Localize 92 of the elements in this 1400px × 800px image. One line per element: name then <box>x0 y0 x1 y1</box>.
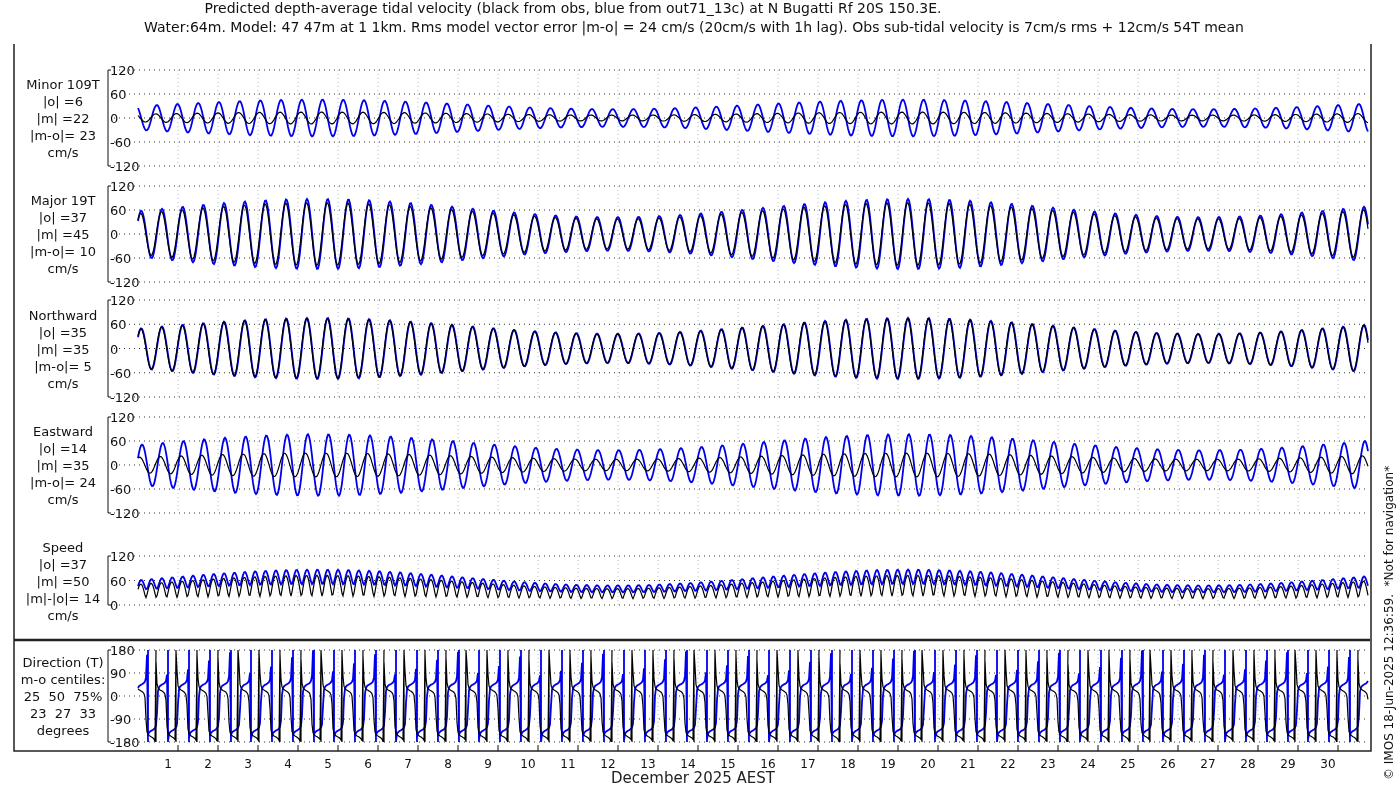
y-tick-label: 90 <box>110 666 127 681</box>
x-tick-label: 7 <box>404 757 412 771</box>
y-tick-label: 120 <box>110 549 135 564</box>
panel-label: |m| =22 <box>36 111 90 126</box>
y-tick-label: 0 <box>110 689 119 704</box>
y-tick-label: 0 <box>110 598 119 613</box>
x-tick-label: 23 <box>1040 757 1056 771</box>
x-tick-label: 1 <box>164 757 172 771</box>
panel-label: m-o centiles: <box>20 672 106 687</box>
y-tick-label: 60 <box>110 87 127 102</box>
panel-label: cm/s <box>47 261 79 276</box>
x-tick-label: 15 <box>720 757 736 771</box>
y-axis-line <box>107 555 112 606</box>
y-tick-label: -120 <box>110 390 140 405</box>
y-tick-label: -90 <box>110 712 132 727</box>
y-tick-label: -120 <box>110 275 140 290</box>
panel-label: |m| =35 <box>36 341 90 357</box>
x-tick-label: 27 <box>1200 757 1216 771</box>
panel-label: |m-o|= 10 <box>30 244 96 259</box>
x-tick-label: 3 <box>244 757 252 771</box>
x-tick-label: 11 <box>560 757 576 771</box>
x-tick-label: 13 <box>640 757 656 771</box>
x-tick-label: 6 <box>364 757 372 771</box>
x-axis-label: December 2025 AEST <box>611 769 775 787</box>
x-tick-label: 4 <box>284 757 292 771</box>
y-tick-label: 60 <box>110 434 127 449</box>
y-tick-label: -60 <box>110 135 132 150</box>
x-tick-label: 20 <box>920 757 936 771</box>
panel-label: Direction (T) <box>22 655 104 670</box>
panel-label: 23 27 33 <box>29 706 97 721</box>
panel-label: cm/s <box>47 375 79 391</box>
panel-label: |m| =45 <box>36 227 90 242</box>
y-tick-label: 120 <box>110 179 135 194</box>
figure-title: Water:64m. Model: 47 47m at 1 1km. Rms model vector error |m-o| = 24 cm/s (20cm/s with 1h lag). Obs sub-tidal velocity is 7cm/s rms + 12cm/s 54T mean <box>144 19 1244 35</box>
x-tick-label: 9 <box>484 757 492 771</box>
x-tick-label: 10 <box>520 757 536 771</box>
y-tick-label: 180 <box>110 643 135 658</box>
x-tick-label: 16 <box>760 757 776 771</box>
x-tick-label: 14 <box>680 757 696 771</box>
y-tick-label: -60 <box>110 482 132 497</box>
panel-label: |m| =50 <box>36 573 90 589</box>
y-tick-label: -120 <box>110 506 140 521</box>
panel-label: |o| =37 <box>38 210 88 225</box>
x-tick-label: 30 <box>1320 757 1336 771</box>
y-tick-label: 0 <box>110 227 119 242</box>
panel-label: |o| =37 <box>38 556 88 572</box>
x-tick-label: 12 <box>600 757 616 771</box>
x-tick-label: 2 <box>204 757 212 771</box>
panel-label: |m| =35 <box>36 458 90 473</box>
x-tick-label: 26 <box>1160 757 1176 771</box>
x-tick-label: 5 <box>324 757 332 771</box>
panel-label: Minor 109T <box>26 77 100 92</box>
x-tick-label: 25 <box>1120 757 1136 771</box>
y-tick-label: 0 <box>110 341 119 357</box>
x-tick-label: 24 <box>1080 757 1096 771</box>
panel-label: degrees <box>36 723 90 738</box>
panel-label: cm/s <box>47 492 79 507</box>
panel-label: Northward <box>28 307 98 323</box>
figure-title: Predicted depth-average tidal velocity (black from obs, blue from out71_13c) at N Bugatti Rf 20S 150.3E. <box>204 0 942 16</box>
y-tick-label: 120 <box>110 410 135 425</box>
x-tick-label: 18 <box>840 757 856 771</box>
panel-label: |o| =35 <box>38 324 88 340</box>
y-tick-label: -60 <box>110 251 132 266</box>
y-tick-label: 60 <box>110 317 127 333</box>
x-tick-label: 8 <box>444 757 452 771</box>
x-tick-label: 17 <box>800 757 816 771</box>
x-tick-label: 22 <box>1000 757 1016 771</box>
panel-label: Major 19T <box>30 193 96 208</box>
panel-label: |m-o|= 5 <box>34 358 92 374</box>
panel-label: |o| =6 <box>43 94 83 109</box>
panel-label: Speed <box>42 539 84 555</box>
y-tick-label: 0 <box>110 458 119 473</box>
panel-label: |o| =14 <box>38 441 88 456</box>
y-tick-label: -180 <box>110 735 140 750</box>
panel-label: |m-o|= 24 <box>30 475 96 490</box>
panel-label: Eastward <box>33 424 93 439</box>
y-tick-label: 120 <box>110 63 135 78</box>
panel-label: |m-o|= 23 <box>30 128 96 143</box>
y-tick-label: 60 <box>110 203 127 218</box>
x-tick-label: 28 <box>1240 757 1256 771</box>
y-tick-label: -120 <box>110 159 140 174</box>
panel-label: |m|-|o|= 14 <box>25 590 101 606</box>
copyright-note: © IMOS 18-Jun-2025 12:36:59. *Not for navigation* <box>1382 465 1396 780</box>
x-tick-label: 19 <box>880 757 896 771</box>
panel-label: cm/s <box>47 607 79 623</box>
y-tick-label: 120 <box>110 293 135 308</box>
panel-label: cm/s <box>47 145 79 160</box>
x-tick-label: 29 <box>1280 757 1296 771</box>
x-tick-label: 21 <box>960 757 976 771</box>
y-tick-label: 0 <box>110 111 119 126</box>
y-tick-label: -60 <box>110 365 132 381</box>
panel-label: 25 50 75% <box>23 689 103 704</box>
